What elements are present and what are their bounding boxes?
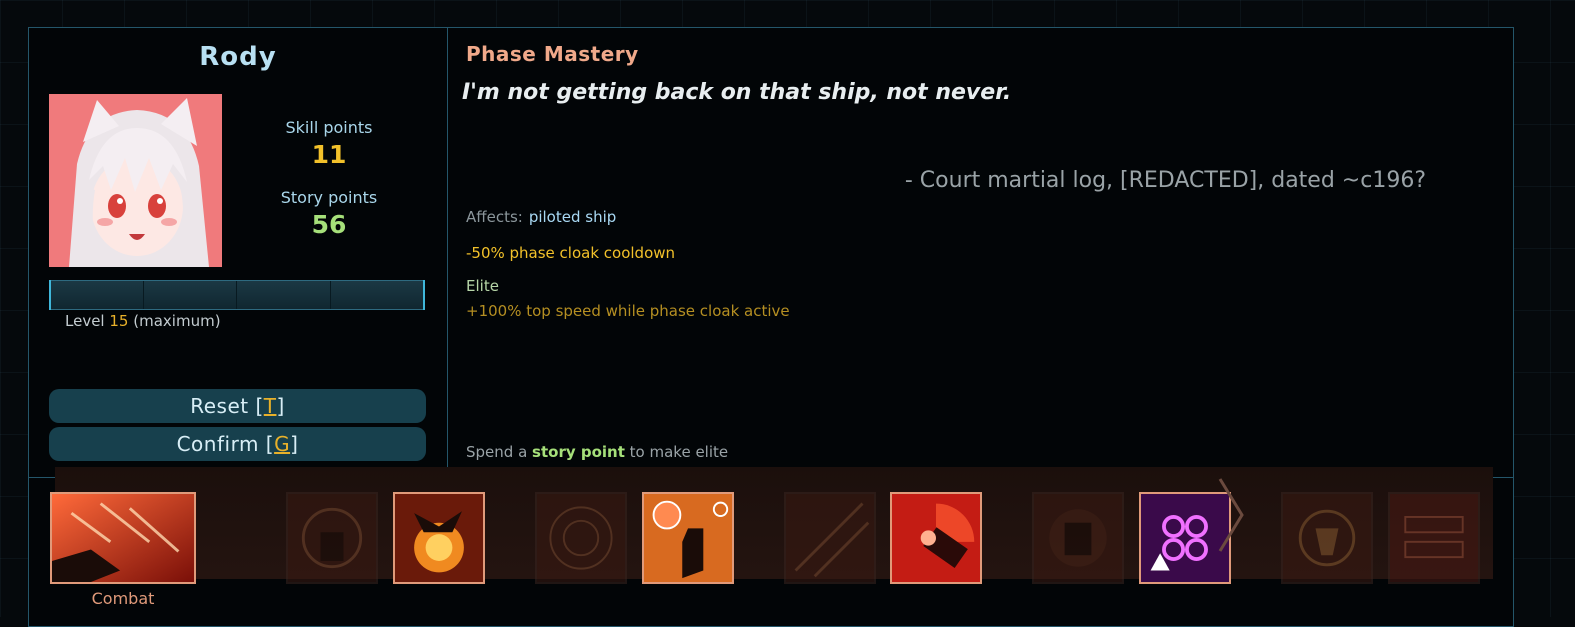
skill-details-column: Phase Mastery I'm not getting back on th… [448, 28, 1514, 477]
skill-tile-1[interactable] [286, 492, 378, 584]
skill-points-value: 11 [311, 140, 347, 169]
level-readout: Level 15 (maximum) [65, 312, 221, 330]
chevron-right-icon [1218, 478, 1244, 552]
affects-line: Affects: piloted ship [466, 208, 616, 226]
skill-tree-track [55, 467, 1493, 579]
skill-tile-9[interactable] [1281, 492, 1373, 584]
skill-tile-7[interactable] [1032, 492, 1124, 584]
skill-tile-5[interactable] [784, 492, 876, 584]
skill-title: Phase Mastery [466, 42, 639, 66]
level-prefix: Level [65, 312, 105, 330]
elite-effect: +100% top speed while phase cloak active [466, 302, 790, 320]
officer-name: Rody [199, 42, 277, 72]
story-point-link: story point [532, 443, 625, 461]
skill-points-label: Skill points [285, 118, 373, 137]
officer-portrait [49, 94, 222, 267]
experience-bar [49, 280, 425, 310]
level-value: 15 [109, 312, 129, 330]
confirm-hotkey: G [274, 432, 291, 456]
story-points-value: 56 [311, 210, 347, 239]
skill-quote: I'm not getting back on that ship, not n… [462, 80, 1012, 105]
quote-attribution: - Court martial log, [REDACTED], dated ~… [904, 168, 1426, 193]
combat-category-tile[interactable] [50, 492, 196, 584]
story-points-label: Story points [280, 188, 378, 207]
elite-label: Elite [466, 277, 499, 295]
reset-hotkey: T [263, 394, 277, 418]
elite-hint: Spend a story point to make elite [466, 443, 729, 461]
phase-mastery-tile[interactable] [642, 492, 734, 584]
skill-tile-6[interactable] [890, 492, 982, 584]
affects-target: piloted ship [528, 208, 617, 226]
affects-label: Affects: [466, 208, 523, 226]
level-suffix: (maximum) [133, 312, 221, 330]
officer-info-column: Rody Skill points 11 Story points 56 Lev… [29, 28, 448, 477]
reset-button[interactable]: Reset [T] [49, 389, 426, 423]
skill-tile-3[interactable] [535, 492, 627, 584]
skill-category-label: Combat [91, 589, 155, 608]
skill-tile-2[interactable] [393, 492, 485, 584]
skill-tile-10[interactable] [1388, 492, 1480, 584]
confirm-button[interactable]: Confirm [G] [49, 427, 426, 461]
skill-effect: -50% phase cloak cooldown [466, 244, 676, 262]
